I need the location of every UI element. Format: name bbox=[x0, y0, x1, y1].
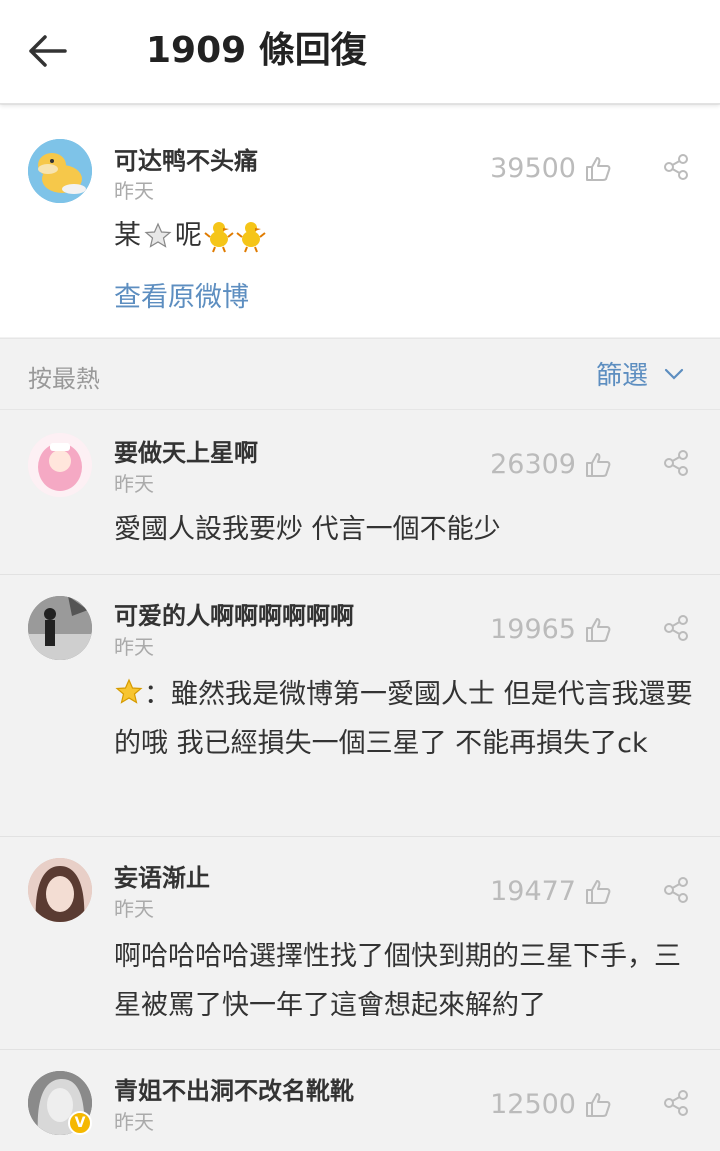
username[interactable]: 可爱的人啊啊啊啊啊啊 bbox=[114, 596, 354, 631]
comment-text-content: ：雖然我是微博第一愛國人士 但是代言我還要的哦 我已經損失一個三星了 不能再損失… bbox=[114, 679, 693, 759]
comment-text: ：雖然我是微博第一愛國人士 但是代言我還要的哦 我已經損失一個三星了 不能再損失… bbox=[114, 670, 694, 768]
thumbs-up-icon bbox=[586, 1092, 611, 1117]
post-text-part: 呢 bbox=[175, 220, 202, 251]
share-icon bbox=[664, 154, 688, 180]
avatar[interactable] bbox=[28, 858, 92, 922]
timestamp: 昨天 bbox=[114, 1110, 154, 1134]
share-button[interactable] bbox=[662, 614, 690, 646]
share-icon bbox=[664, 450, 688, 476]
like-button[interactable]: 19477 bbox=[490, 876, 612, 907]
timestamp: 昨天 bbox=[114, 179, 154, 203]
share-icon bbox=[664, 1090, 688, 1116]
share-icon bbox=[664, 615, 688, 641]
share-button[interactable] bbox=[662, 449, 690, 481]
psyduck-avatar-image bbox=[28, 139, 92, 203]
post-text: 某 呢 bbox=[114, 211, 694, 260]
comment-item: 可爱的人啊啊啊啊啊啊 昨天 19965 ：雖然我是微博第一愛國人士 但是代言我還… bbox=[0, 576, 720, 837]
person-avatar-image bbox=[28, 596, 92, 660]
username[interactable]: 妄语渐止 bbox=[114, 858, 210, 893]
thumbs-up-icon bbox=[586, 156, 611, 181]
sort-by-hot[interactable]: 按最熱 bbox=[28, 359, 100, 394]
thumbs-up-icon bbox=[586, 617, 611, 642]
original-post: 可达鸭不头痛 昨天 39500 某 呢 查看原微博 bbox=[0, 105, 720, 337]
comment-text: 愛國人設我要炒 代言一個不能少 bbox=[114, 514, 501, 545]
share-button[interactable] bbox=[662, 153, 690, 185]
like-count: 12500 bbox=[490, 1089, 576, 1120]
star-emoji-icon bbox=[144, 222, 172, 248]
username[interactable]: 可达鸭不头痛 bbox=[114, 141, 258, 176]
like-button[interactable]: 26309 bbox=[490, 449, 612, 480]
like-button[interactable]: 12500 bbox=[490, 1089, 612, 1120]
chick-emoji-icon bbox=[236, 221, 266, 252]
back-button[interactable] bbox=[22, 26, 72, 76]
avatar[interactable] bbox=[28, 139, 92, 203]
filter-label: 篩選 bbox=[595, 361, 648, 391]
chevron-down-icon bbox=[664, 368, 684, 380]
like-count: 19965 bbox=[490, 614, 576, 645]
avatar[interactable] bbox=[28, 596, 92, 660]
sort-bar: 按最熱 篩選 bbox=[0, 338, 720, 410]
anime-girl-avatar-image bbox=[28, 433, 92, 497]
timestamp: 昨天 bbox=[114, 472, 154, 496]
like-count: 19477 bbox=[490, 876, 576, 907]
post-text-part: 某 bbox=[114, 220, 141, 251]
username[interactable]: 青姐不出洞不改名靴靴 bbox=[114, 1071, 354, 1106]
username[interactable]: 要做天上星啊 bbox=[114, 433, 258, 468]
like-count: 26309 bbox=[490, 449, 576, 480]
like-button[interactable]: 39500 bbox=[490, 153, 612, 184]
share-button[interactable] bbox=[662, 876, 690, 908]
like-count: 39500 bbox=[490, 153, 576, 184]
timestamp: 昨天 bbox=[114, 635, 154, 659]
view-original-link[interactable]: 查看原微博 bbox=[114, 275, 249, 314]
woman-avatar-image bbox=[28, 858, 92, 922]
comment-item: V 青姐不出洞不改名靴靴 昨天 12500 bbox=[0, 1051, 720, 1151]
verified-badge-icon: V bbox=[68, 1111, 92, 1135]
comment-text: 啊哈哈哈哈選擇性找了個快到期的三星下手，三星被罵了快一年了這會想起來解約了 bbox=[114, 941, 681, 1021]
comment-item: 要做天上星啊 昨天 26309 愛國人設我要炒 代言一個不能少 bbox=[0, 411, 720, 575]
chick-emoji-icon bbox=[204, 221, 234, 252]
star-emoji-icon bbox=[115, 678, 143, 704]
timestamp: 昨天 bbox=[114, 897, 154, 921]
thumbs-up-icon bbox=[586, 452, 611, 477]
page-title: 1909 條回復 bbox=[146, 30, 367, 71]
like-button[interactable]: 19965 bbox=[490, 614, 612, 645]
filter-button[interactable]: 篩選 bbox=[596, 355, 686, 392]
share-icon bbox=[664, 877, 688, 903]
comment-item: 妄语渐止 昨天 19477 啊哈哈哈哈選擇性找了個快到期的三星下手，三星被罵了快… bbox=[0, 838, 720, 1050]
thumbs-up-icon bbox=[586, 879, 611, 904]
avatar[interactable] bbox=[28, 433, 92, 497]
share-button[interactable] bbox=[662, 1089, 690, 1121]
top-bar: 1909 條回復 bbox=[0, 0, 720, 104]
arrow-left-icon bbox=[29, 35, 67, 67]
